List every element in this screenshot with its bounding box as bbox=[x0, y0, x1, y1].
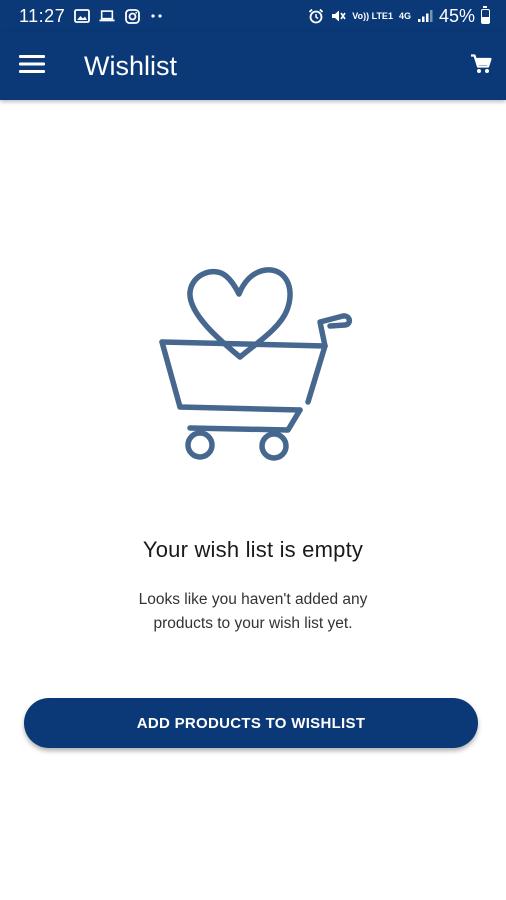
status-time: 11:27 bbox=[19, 5, 66, 26]
empty-state-message-line-1: Looks like you haven't added any bbox=[138, 591, 368, 608]
app-bar: Wishlist bbox=[0, 32, 506, 100]
battery-icon bbox=[481, 5, 490, 24]
empty-state-message-line-2: products to your wish list yet. bbox=[153, 615, 353, 632]
network-label: Vo)) LTE1 bbox=[352, 10, 393, 21]
mute-icon bbox=[330, 8, 346, 24]
add-products-to-wishlist-button[interactable]: ADD PRODUCTS TO WISHLIST bbox=[24, 698, 478, 748]
heart-in-cart-icon bbox=[150, 262, 360, 467]
more-dots-icon bbox=[149, 8, 165, 24]
battery-fill bbox=[482, 16, 489, 23]
cart-button[interactable] bbox=[458, 32, 504, 100]
status-bar: 11:27 Vo)) LTE1 4G 45% bbox=[0, 0, 506, 32]
empty-state-title: Your wish list is empty bbox=[142, 537, 364, 562]
image-icon bbox=[74, 8, 91, 24]
menu-button[interactable] bbox=[2, 32, 62, 100]
status-right: Vo)) LTE1 4G 45% bbox=[308, 5, 506, 27]
instagram-icon bbox=[124, 8, 140, 24]
network-type: 4G bbox=[398, 10, 411, 21]
battery-percentage: 45% bbox=[438, 5, 475, 26]
status-left: 11:27 bbox=[0, 6, 165, 27]
page-title: Wishlist bbox=[84, 50, 177, 81]
wishlist-screen: 11:27 Vo)) LTE1 4G 45% Wishlist Your wis… bbox=[0, 0, 506, 900]
add-products-button-label: ADD PRODUCTS TO WISHLIST bbox=[136, 714, 366, 732]
laptop-icon bbox=[99, 8, 115, 24]
shopping-cart-icon bbox=[470, 53, 492, 79]
empty-state-message: Looks like you haven't added any product… bbox=[100, 588, 406, 636]
hamburger-menu-icon bbox=[19, 54, 45, 79]
signal-icon bbox=[417, 8, 433, 24]
alarm-icon bbox=[308, 8, 324, 24]
